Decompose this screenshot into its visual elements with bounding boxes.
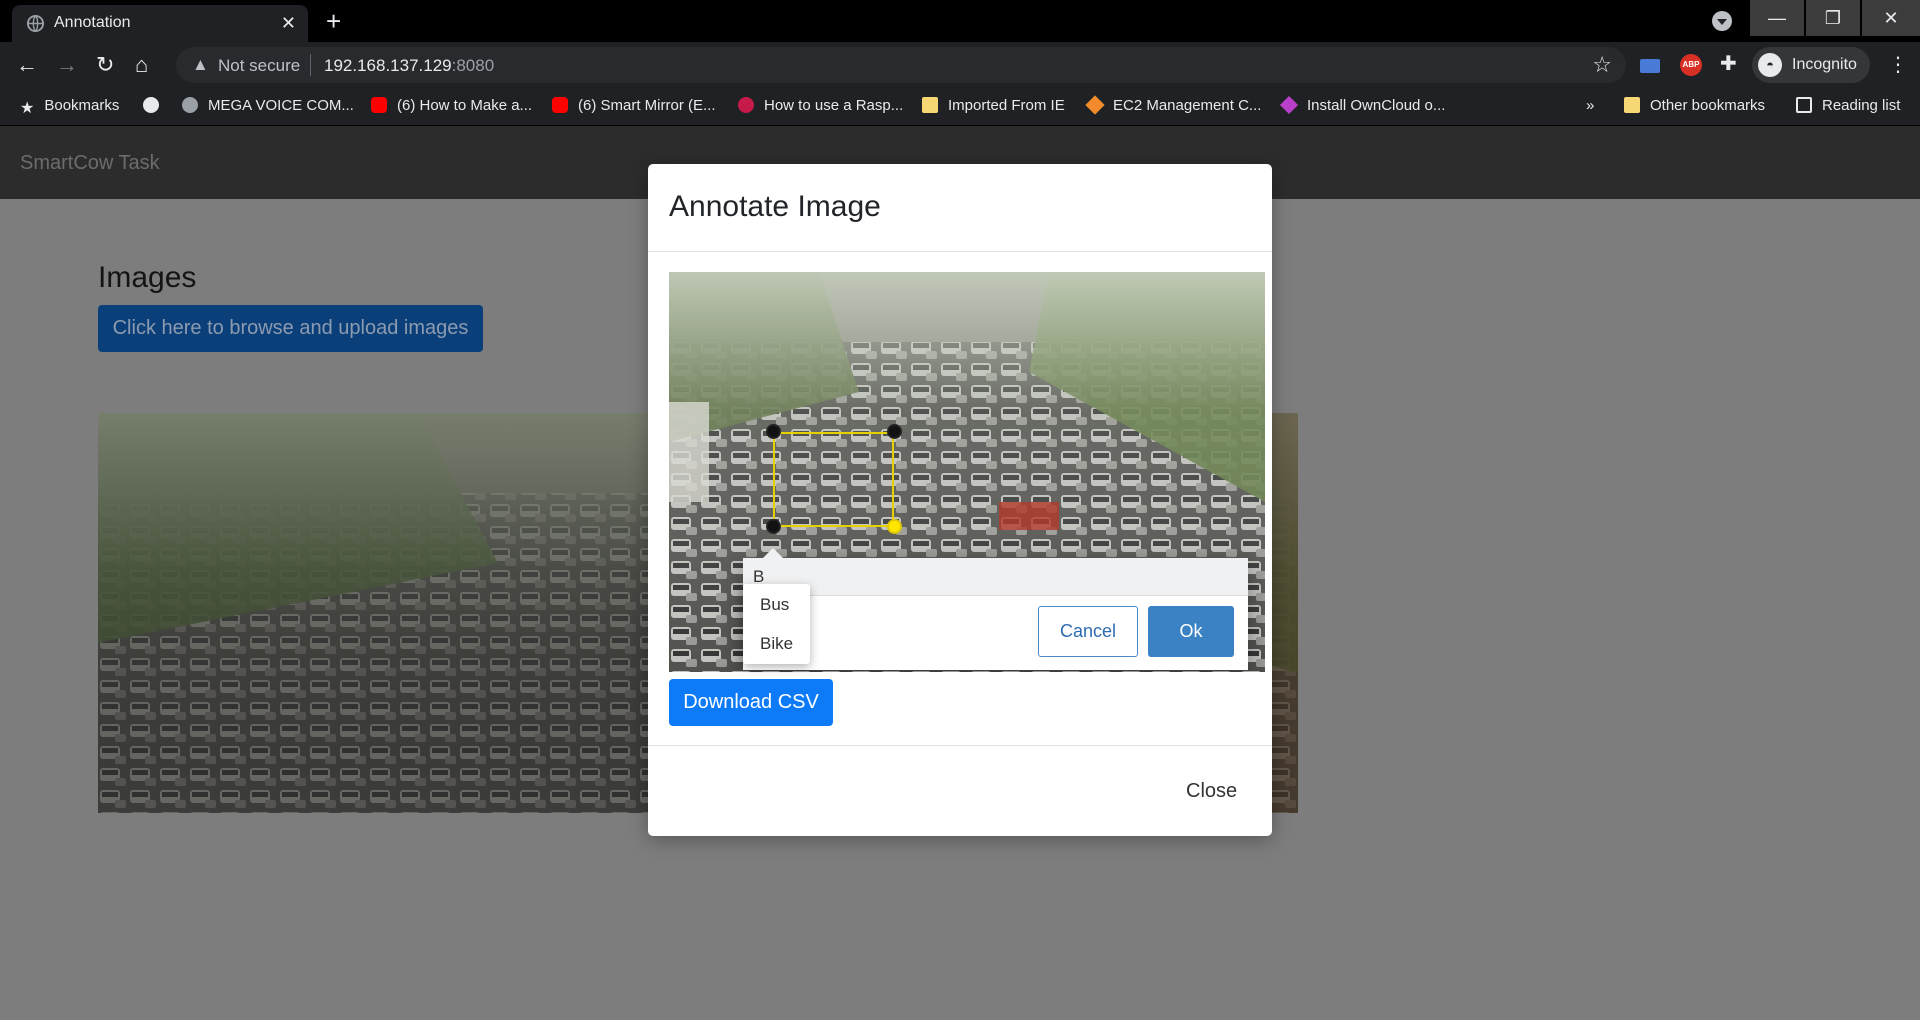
- incognito-label: Incognito: [1792, 56, 1857, 73]
- globe-icon: [143, 97, 159, 113]
- window-close-button[interactable]: ✕: [1862, 0, 1920, 36]
- extensions-puzzle-icon[interactable]: ✚: [1720, 51, 1737, 75]
- label-input[interactable]: [743, 558, 1248, 596]
- browser-tab-strip: Annotation ✕ + — ❐ ✕: [0, 0, 1920, 42]
- bookmarks-bar: ★ Bookmarks MEGA VOICE COM... (6) How to …: [0, 88, 1920, 126]
- browser-toolbar: ← → ↻ ⌂ ▲ Not secure 192.168.137.129:808…: [0, 42, 1920, 88]
- incognito-profile-button[interactable]: ◓ Incognito: [1752, 47, 1870, 83]
- address-separator: [310, 54, 311, 76]
- label-suggestions-dropdown: Bus Bike: [743, 584, 810, 664]
- tab-close-icon[interactable]: ✕: [281, 13, 296, 34]
- upload-images-button[interactable]: Click here to browse and upload images: [98, 305, 483, 352]
- bounding-box[interactable]: [773, 432, 894, 527]
- aws-icon: [1085, 95, 1105, 115]
- suggestion-item[interactable]: Bus: [760, 595, 789, 615]
- home-icon[interactable]: ⌂: [135, 52, 148, 78]
- security-label: Not secure: [218, 56, 301, 75]
- app-brand[interactable]: SmartCow Task: [20, 152, 160, 175]
- close-button[interactable]: Close: [1186, 780, 1237, 803]
- bookmarks-overflow-button[interactable]: »: [1586, 97, 1594, 114]
- bookmark-item[interactable]: ★ Bookmarks: [20, 97, 119, 117]
- bookmark-item[interactable]: Imported From IE: [922, 97, 1065, 114]
- new-tab-icon[interactable]: +: [326, 6, 341, 37]
- bookmark-star-icon[interactable]: ☆: [1592, 52, 1612, 78]
- images-heading: Images: [98, 261, 197, 294]
- restore-button[interactable]: ❐: [1806, 0, 1860, 36]
- suggestion-item[interactable]: Bike: [760, 634, 793, 654]
- folder-icon: [922, 97, 938, 113]
- browser-menu-icon[interactable]: ⋮: [1888, 52, 1908, 77]
- mega-icon: [182, 97, 198, 113]
- other-bookmarks[interactable]: Other bookmarks: [1624, 97, 1765, 114]
- download-csv-button[interactable]: Download CSV: [669, 679, 833, 726]
- bbox-handle-bottom-right[interactable]: [887, 519, 902, 534]
- browser-tab[interactable]: Annotation ✕: [12, 5, 308, 42]
- bbox-handle-bottom-left[interactable]: [766, 519, 781, 534]
- bookmark-item[interactable]: (6) How to Make a...: [371, 97, 532, 114]
- bookmark-item[interactable]: [143, 97, 169, 114]
- warning-icon: ▲: [192, 55, 209, 74]
- reading-list-icon: [1796, 97, 1812, 113]
- modal-title: Annotate Image: [669, 190, 881, 223]
- bookmark-item[interactable]: How to use a Rasp...: [738, 97, 903, 114]
- annotate-modal: Annotate Image B Cancel Ok Download CSV …: [648, 164, 1272, 836]
- keyboard-extension-icon[interactable]: [1640, 59, 1660, 73]
- address-bar[interactable]: ▲ Not secure 192.168.137.129:8080 ☆: [176, 47, 1626, 83]
- bookmark-item[interactable]: Install OwnCloud o...: [1279, 95, 1445, 115]
- folder-icon: [1624, 97, 1640, 113]
- globe-icon: [26, 14, 45, 33]
- bbox-handle-top-left[interactable]: [766, 424, 781, 439]
- label-editor-popup: Cancel Ok: [743, 548, 1248, 670]
- bbox-handle-top-right[interactable]: [887, 424, 902, 439]
- tab-title: Annotation: [54, 14, 131, 31]
- reload-icon[interactable]: ↻: [96, 52, 114, 78]
- modal-footer-divider: [648, 745, 1272, 746]
- bookmark-item[interactable]: (6) Smart Mirror (E...: [552, 97, 716, 114]
- tab-search-icon[interactable]: [1712, 11, 1732, 31]
- reading-list[interactable]: Reading list: [1796, 97, 1900, 114]
- forward-icon[interactable]: →: [56, 52, 78, 78]
- address-url: 192.168.137.129:8080: [324, 56, 495, 75]
- raspberry-icon: [738, 97, 754, 113]
- adblock-extension-icon[interactable]: ABP: [1680, 54, 1702, 76]
- incognito-icon: ◓: [1758, 53, 1782, 77]
- owncloud-icon: [1279, 95, 1299, 115]
- back-icon[interactable]: ←: [16, 52, 38, 78]
- youtube-icon: [552, 97, 568, 113]
- modal-header-divider: [648, 251, 1272, 252]
- minimize-button[interactable]: —: [1750, 0, 1804, 36]
- bookmark-item[interactable]: MEGA VOICE COM...: [182, 97, 354, 114]
- ok-button[interactable]: Ok: [1148, 606, 1234, 657]
- cancel-button[interactable]: Cancel: [1038, 606, 1138, 657]
- bookmark-item[interactable]: EC2 Management C...: [1085, 95, 1261, 115]
- star-icon: ★: [20, 100, 35, 117]
- youtube-icon: [371, 97, 387, 113]
